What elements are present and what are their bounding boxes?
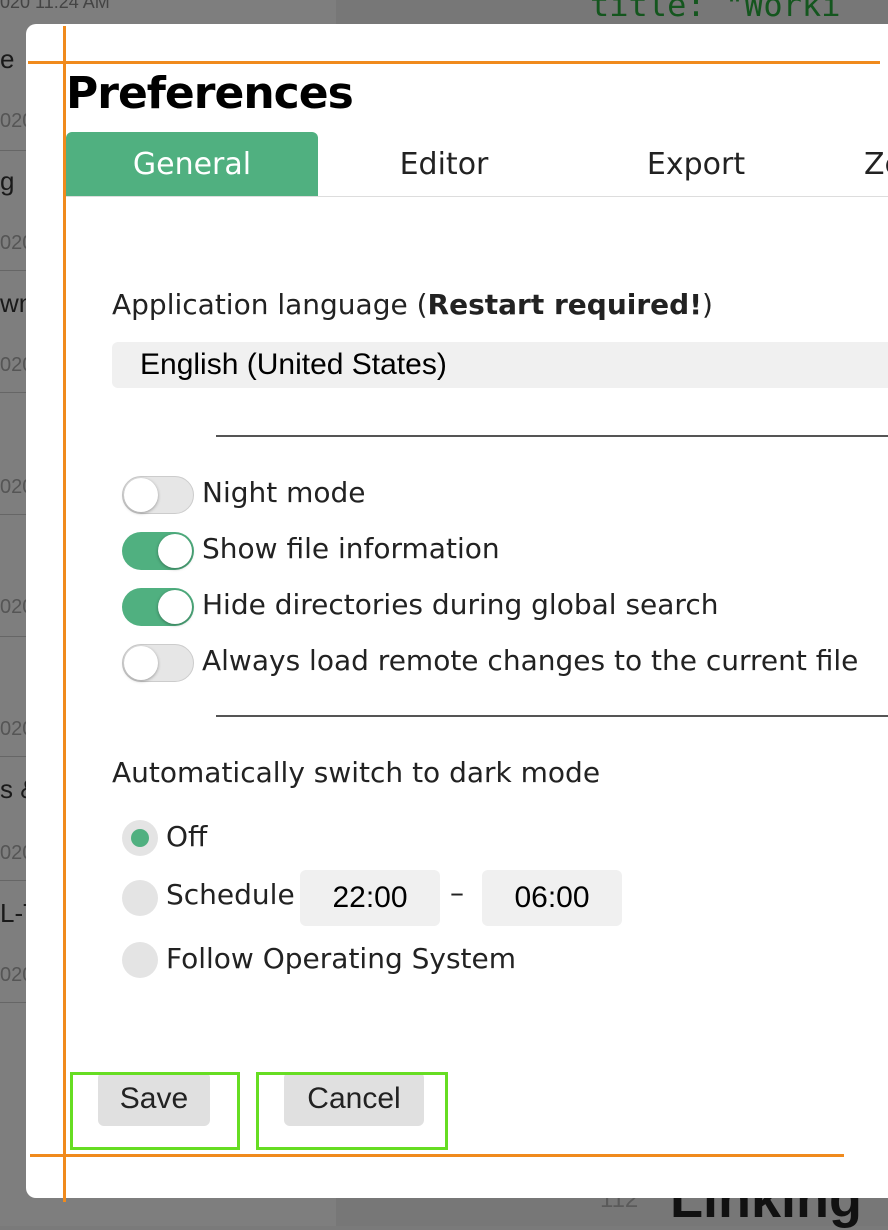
toggle-knob — [158, 534, 192, 568]
night-mode-label: Night mode — [202, 476, 366, 509]
dark-mode-label: Automatically switch to dark mode — [112, 756, 601, 789]
dark-mode-follow-os-radio[interactable] — [122, 942, 158, 978]
dark-mode-off-radio[interactable] — [122, 820, 158, 856]
toggle-knob — [124, 478, 158, 512]
load-remote-changes-label: Always load remote changes to the curren… — [202, 644, 859, 677]
section-divider — [216, 715, 888, 717]
editor-code-line: title: "Worki — [590, 0, 841, 24]
overlay-guide-vertical — [63, 26, 66, 1202]
schedule-start-input[interactable]: 22:00 — [300, 870, 440, 926]
show-file-info-toggle[interactable] — [122, 532, 194, 570]
night-mode-toggle[interactable] — [122, 476, 194, 514]
language-select[interactable]: English (United States) — [112, 342, 888, 388]
overlay-highlight-cancel — [256, 1072, 448, 1150]
overlay-guide-top — [28, 61, 880, 64]
dark-mode-off-label: Off — [166, 820, 208, 853]
tab-zettelkasten[interactable]: Ze — [822, 132, 888, 196]
dark-mode-schedule-radio[interactable] — [122, 880, 158, 916]
overlay-highlight-save — [70, 1072, 240, 1150]
restart-required-note: Restart required! — [427, 288, 702, 321]
radio-selected-dot — [131, 829, 149, 847]
schedule-end-input[interactable]: 06:00 — [482, 870, 622, 926]
load-remote-changes-toggle[interactable] — [122, 644, 194, 682]
tab-editor[interactable]: Editor — [318, 132, 570, 196]
language-label-suffix: ) — [701, 288, 713, 321]
hide-directories-toggle[interactable] — [122, 588, 194, 626]
language-label-prefix: Application language ( — [112, 288, 428, 321]
hide-directories-label: Hide directories during global search — [202, 588, 719, 621]
tab-export[interactable]: Export — [570, 132, 822, 196]
note-date: 020 11:24 AM — [0, 0, 110, 12]
schedule-dash: – — [450, 876, 464, 909]
note-title: g — [0, 166, 15, 196]
toggle-knob — [124, 646, 158, 680]
note-title: e — [0, 44, 15, 74]
toggle-knob — [158, 590, 192, 624]
language-label: Application language (Restart required!) — [112, 288, 713, 321]
show-file-info-label: Show file information — [202, 532, 500, 565]
section-divider — [216, 435, 888, 437]
overlay-guide-bottom — [30, 1154, 844, 1157]
dark-mode-schedule-label: Schedule — [166, 878, 295, 911]
dialog-title: Preferences — [66, 68, 354, 119]
preferences-dialog: Preferences General Editor Export Ze App… — [26, 24, 888, 1198]
dark-mode-follow-os-label: Follow Operating System — [166, 942, 517, 975]
tab-general[interactable]: General — [66, 132, 318, 196]
tab-bar: General Editor Export Ze — [66, 132, 888, 197]
